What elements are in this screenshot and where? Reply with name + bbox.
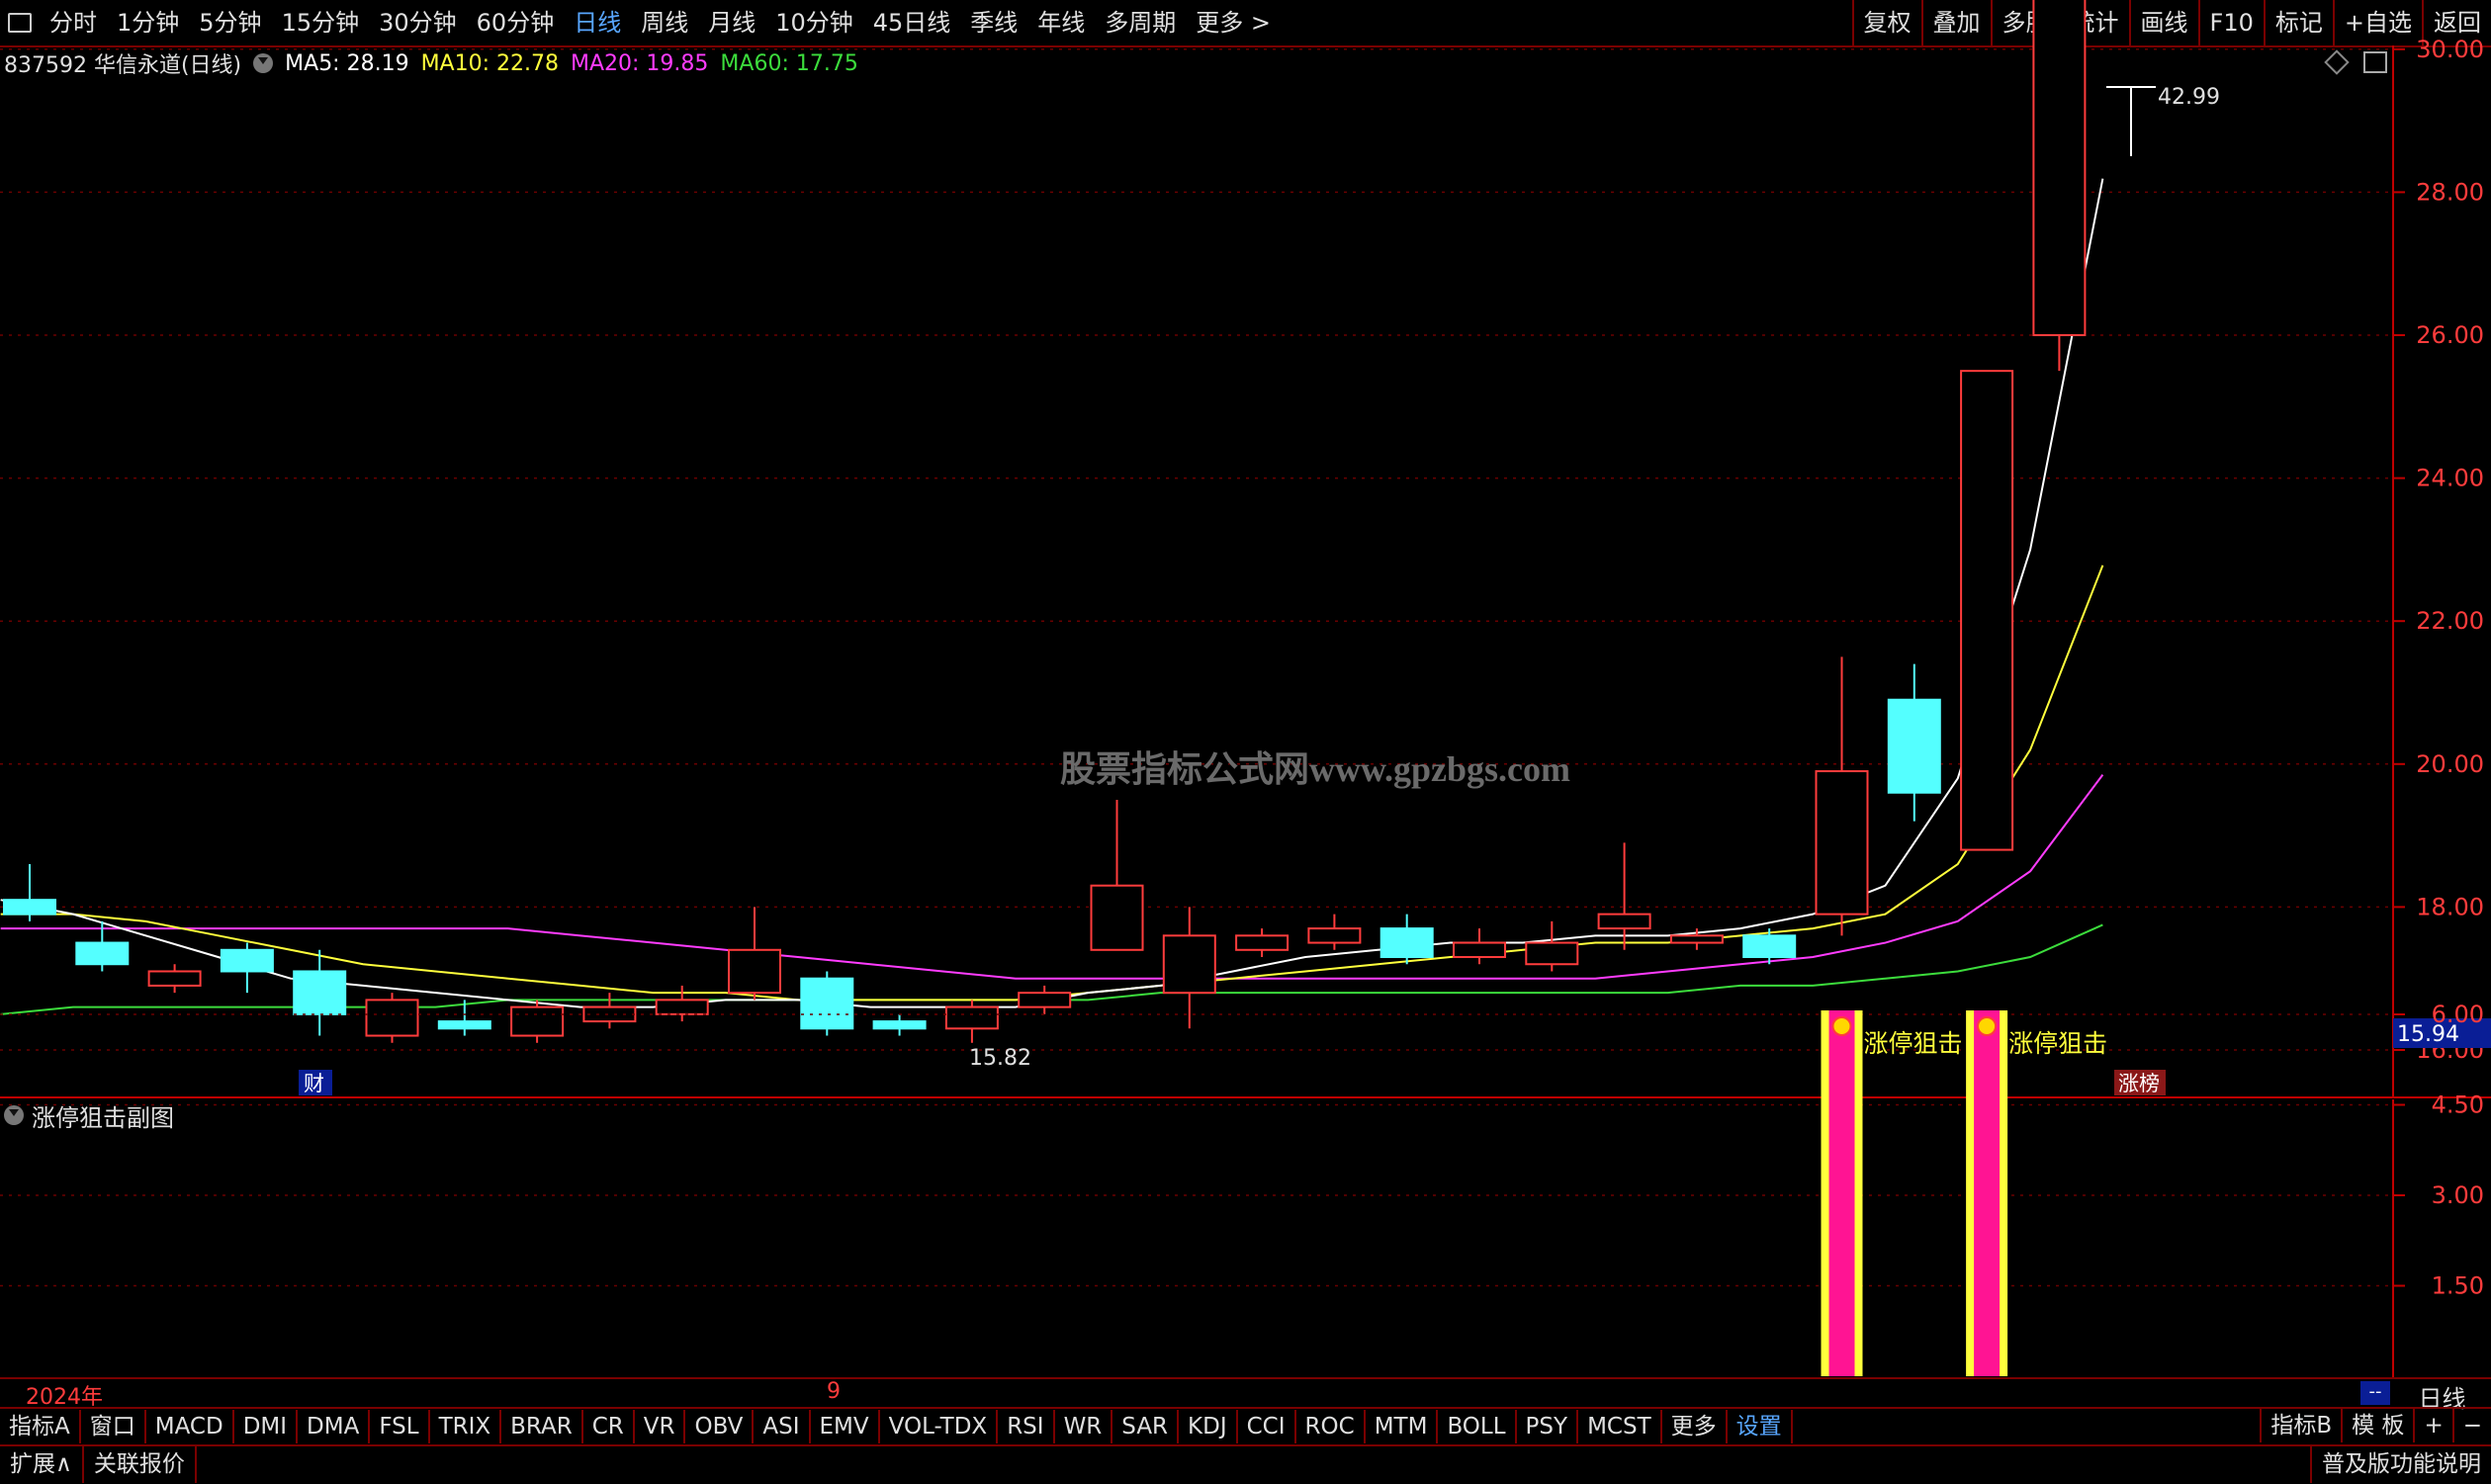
candle-body xyxy=(2032,0,2087,337)
candle-body xyxy=(800,977,854,1030)
indicator-tab-23[interactable]: MCST xyxy=(1578,1410,1662,1443)
candle-body xyxy=(220,948,274,973)
end-marker: -- xyxy=(2360,1381,2390,1405)
price-tick-label: 30.00 xyxy=(2416,36,2484,63)
candle-body xyxy=(1235,934,1290,951)
candle-body xyxy=(944,1005,999,1030)
price-tick-label: 18.00 xyxy=(2416,893,2484,920)
indicator-tab-2[interactable]: MACD xyxy=(146,1410,234,1443)
price-tick-label: 22.00 xyxy=(2416,607,2484,635)
candle-body xyxy=(1742,934,1797,959)
sub-tick-label: 4.50 xyxy=(2432,1091,2484,1119)
sub-dropdown-icon[interactable] xyxy=(4,1105,24,1125)
candle-body xyxy=(1453,941,1506,959)
candle-body xyxy=(293,970,347,1015)
indicator-right-2[interactable]: + xyxy=(2413,1409,2451,1442)
sub-tick-label: 3.00 xyxy=(2432,1181,2484,1209)
candle-body xyxy=(365,999,419,1037)
candle-body xyxy=(872,1020,927,1030)
indicator-right-0[interactable]: 指标B xyxy=(2260,1409,2341,1442)
indicator-tab-16[interactable]: SAR xyxy=(1112,1410,1180,1443)
watermark: 股票指标公式网www.gpzbgs.com xyxy=(1060,749,1570,789)
linked-quotes-button[interactable]: 关联报价 xyxy=(84,1445,197,1483)
edition-note-button[interactable]: 普及版功能说明 xyxy=(2310,1445,2491,1483)
indicator-right-1[interactable]: 模 板 xyxy=(2341,1409,2413,1442)
date-month: 9 xyxy=(827,1379,841,1404)
indicator-tab-5[interactable]: FSL xyxy=(370,1410,430,1443)
expand-button[interactable]: 扩展∧ xyxy=(0,1445,84,1483)
bottom-bar: 扩展∧ 关联报价 普及版功能说明 xyxy=(0,1444,2491,1484)
sub-tick-label: 1.50 xyxy=(2432,1272,2484,1300)
price-tick-label: 20.00 xyxy=(2416,750,2484,778)
candle-body xyxy=(728,948,781,995)
indicator-tab-22[interactable]: PSY xyxy=(1517,1410,1579,1443)
indicator-tab-10[interactable]: OBV xyxy=(685,1410,755,1443)
candle-body xyxy=(1669,934,1724,944)
indicator-tab-12[interactable]: EMV xyxy=(811,1410,880,1443)
candle-body xyxy=(1307,927,1362,944)
signal-label: 涨停狙击 xyxy=(1864,1029,1963,1058)
candle-body xyxy=(1815,770,1869,916)
candle-body xyxy=(510,1005,565,1037)
indicator-tab-19[interactable]: ROC xyxy=(1296,1410,1366,1443)
candle-body xyxy=(1018,992,1072,1008)
candle-body xyxy=(1525,941,1579,966)
candle-body xyxy=(1162,934,1216,995)
cai-label: 财 xyxy=(304,1072,324,1095)
candle-body xyxy=(75,941,130,966)
indicator-tab-3[interactable]: DMI xyxy=(234,1410,299,1443)
price-tick-label: 26.00 xyxy=(2416,321,2484,349)
candle-body xyxy=(3,899,56,916)
candle-body xyxy=(147,970,202,987)
indicator-tab-1[interactable]: 窗口 xyxy=(81,1410,146,1443)
candle-body xyxy=(1379,927,1434,959)
sub-tick-label: 6.00 xyxy=(2432,1001,2484,1028)
price-tick-label: 28.00 xyxy=(2416,178,2484,206)
ma5-line xyxy=(0,178,2104,1008)
high-label: 42.99 xyxy=(2158,85,2220,110)
indicator-tab-21[interactable]: BOLL xyxy=(1438,1410,1517,1443)
indicator-tab-8[interactable]: CR xyxy=(583,1410,635,1443)
indicator-tab-13[interactable]: VOL-TDX xyxy=(880,1410,999,1443)
candle-body xyxy=(437,1020,491,1030)
sub-chart-title: 涨停狙击副图 xyxy=(32,1103,174,1132)
indicator-tab-0[interactable]: 指标A xyxy=(0,1410,81,1443)
indicator-tab-25[interactable]: 设置 xyxy=(1728,1410,1793,1443)
candle-body xyxy=(1960,370,2014,851)
candlestick-chart[interactable]: 42.0040.0038.0036.0034.0032.0030.0028.00… xyxy=(0,0,2491,1384)
indicator-tabs: 指标A 窗口 MACD DMI DMA FSL TRIX BRAR CR VR OBV ASI EMV V… xyxy=(0,1407,2491,1446)
sub-chart-header: 涨停狙击副图 xyxy=(0,1097,174,1133)
indicator-tab-15[interactable]: WR xyxy=(1055,1410,1113,1443)
zhangbang-label: 涨榜 xyxy=(2118,1072,2160,1095)
candle-body xyxy=(1090,884,1144,951)
signal-icon xyxy=(1831,1016,1852,1036)
candle-body xyxy=(1597,913,1651,930)
indicator-tab-20[interactable]: MTM xyxy=(1366,1410,1439,1443)
indicator-right-buttons: 指标B 模 板 + − xyxy=(2260,1409,2491,1442)
price-tick-label: 24.00 xyxy=(2416,465,2484,492)
indicator-tab-18[interactable]: CCI xyxy=(1238,1410,1296,1443)
candle-body xyxy=(582,1005,637,1023)
indicator-right-3[interactable]: − xyxy=(2451,1409,2491,1442)
low-label: 15.82 xyxy=(969,1046,1031,1071)
indicator-tab-4[interactable]: DMA xyxy=(298,1410,371,1443)
indicator-tab-14[interactable]: RSI xyxy=(998,1410,1055,1443)
signal-label: 涨停狙击 xyxy=(2008,1029,2107,1058)
signal-bar-inner xyxy=(1974,1010,2001,1376)
indicator-tab-9[interactable]: VR xyxy=(635,1410,686,1443)
indicator-tab-6[interactable]: TRIX xyxy=(430,1410,502,1443)
indicator-tab-7[interactable]: BRAR xyxy=(501,1410,583,1443)
candle-body xyxy=(655,999,709,1015)
date-axis: 2024年 9 -- 日线 xyxy=(0,1377,2491,1413)
candle-body xyxy=(1887,698,1941,794)
signal-bar-inner xyxy=(1828,1010,1855,1376)
indicator-tab-17[interactable]: KDJ xyxy=(1179,1410,1238,1443)
indicator-tab-11[interactable]: ASI xyxy=(754,1410,811,1443)
signal-icon xyxy=(1977,1016,1998,1036)
indicator-tab-24[interactable]: 更多 xyxy=(1662,1410,1728,1443)
